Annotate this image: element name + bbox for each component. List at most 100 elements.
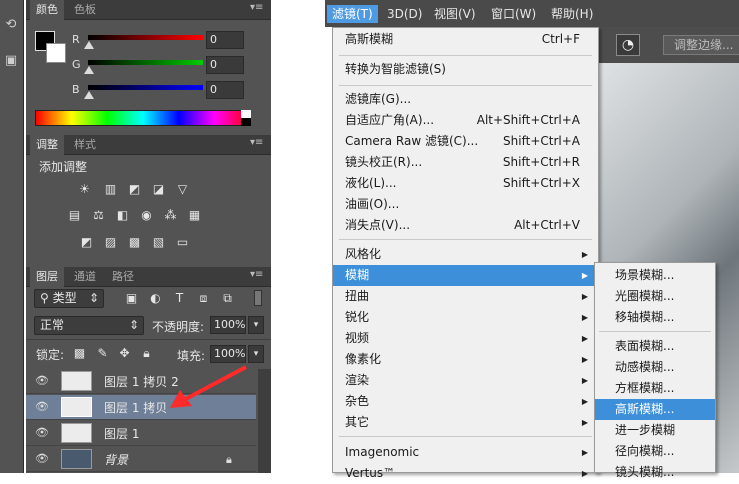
filter-toggle[interactable]	[254, 290, 262, 306]
menu-item-video[interactable]: 视频 ▶	[333, 328, 598, 349]
tab-adjustments[interactable]: 调整	[30, 135, 64, 155]
black-white-icon[interactable]: ◧	[115, 208, 130, 223]
fill-dropdown-button[interactable]: ▾	[248, 345, 264, 363]
posterize-icon[interactable]: ▨	[103, 235, 118, 250]
threshold-icon[interactable]: ▩	[127, 235, 142, 250]
opacity-dropdown-button[interactable]: ▾	[248, 316, 264, 334]
lock-transparent-icon[interactable]: ▩	[72, 346, 87, 361]
layer-row[interactable]: 👁︎ 背景 🔒︎	[26, 447, 256, 472]
menu-item-other[interactable]: 其它 ▶	[333, 412, 598, 433]
menu-item-convert-smart-filter[interactable]: 转换为智能滤镜(S)	[333, 59, 598, 80]
tab-channels[interactable]: 通道	[68, 267, 102, 287]
menu-item-blur[interactable]: 模糊 ▶	[333, 265, 598, 286]
submenu-item-radial-blur[interactable]: 径向模糊...	[595, 441, 715, 462]
submenu-item-gaussian-blur[interactable]: 高斯模糊...	[595, 399, 715, 420]
panel-menu-icon[interactable]: ▾≡	[250, 137, 263, 151]
panel-menu-icon[interactable]: ▾≡	[250, 2, 263, 16]
refine-brush-icon[interactable]: ◔	[616, 34, 640, 56]
type-filter-icon[interactable]: T	[172, 291, 187, 306]
color-lookup-icon[interactable]: ▦	[187, 208, 202, 223]
submenu-item-tilt-shift[interactable]: 移轴模糊...	[595, 307, 715, 328]
green-value-field[interactable]: 0	[206, 56, 244, 74]
visibility-eye-icon[interactable]: 👁︎	[35, 427, 49, 439]
green-slider-track[interactable]	[88, 60, 203, 65]
history-icon[interactable]: ⟲	[2, 16, 20, 34]
tab-layers[interactable]: 图层	[30, 267, 64, 287]
visibility-eye-icon[interactable]: 👁︎	[35, 453, 49, 465]
cube-icon[interactable]: ▣	[2, 52, 20, 70]
blue-slider-thumb[interactable]	[84, 91, 94, 99]
channel-mixer-icon[interactable]: ⁂	[163, 208, 178, 223]
menu-filter[interactable]: 滤镜(T)	[327, 5, 378, 23]
color-spectrum-bar[interactable]	[35, 110, 251, 126]
menu-item-stylize[interactable]: 风格化 ▶	[333, 244, 598, 265]
green-slider-thumb[interactable]	[84, 66, 94, 74]
tab-styles[interactable]: 样式	[68, 135, 102, 155]
tab-paths[interactable]: 路径	[106, 267, 140, 287]
shape-filter-icon[interactable]: ⧈	[196, 291, 211, 306]
photo-filter-icon[interactable]: ◉	[139, 208, 154, 223]
hue-saturation-icon[interactable]: ▤	[67, 208, 82, 223]
layer-row[interactable]: 👁︎ 图层 1	[26, 421, 256, 446]
menu-item-pixelate[interactable]: 像素化 ▶	[333, 349, 598, 370]
red-slider-track[interactable]	[88, 35, 203, 40]
menu-item-render[interactable]: 渲染 ▶	[333, 370, 598, 391]
vibrance-icon[interactable]: ▽	[175, 182, 190, 197]
layer-list-scrollbar[interactable]	[258, 369, 271, 473]
blend-mode-dropdown[interactable]: 正常 ⇕	[34, 316, 144, 335]
menu-window[interactable]: 窗口(W)	[486, 5, 541, 23]
menu-view[interactable]: 视图(V)	[429, 5, 481, 23]
levels-icon[interactable]: ▥	[103, 182, 118, 197]
smart-object-filter-icon[interactable]: ⧉	[220, 291, 235, 306]
invert-icon[interactable]: ◩	[79, 235, 94, 250]
red-slider-thumb[interactable]	[84, 41, 94, 49]
menu-item-vanishing-point[interactable]: 消失点(V)... Alt+Ctrl+V	[333, 215, 598, 236]
layer-filter-dropdown[interactable]: ⚲ 类型 ⇕	[34, 289, 104, 308]
menu-item-liquify[interactable]: 液化(L)... Shift+Ctrl+X	[333, 173, 598, 194]
visibility-eye-icon[interactable]: 👁︎	[35, 401, 49, 413]
spectrum-black-chip[interactable]	[241, 118, 251, 126]
lock-all-icon[interactable]: 🔒︎	[139, 346, 154, 361]
menu-item-lens-correction[interactable]: 镜头校正(R)... Shift+Ctrl+R	[333, 152, 598, 173]
refine-edge-button[interactable]: 调整边缘...	[663, 35, 739, 55]
submenu-item-box-blur[interactable]: 方框模糊...	[595, 378, 715, 399]
curves-icon[interactable]: ◩	[127, 182, 142, 197]
menu-item-imagenomic[interactable]: Imagenomic ▶	[333, 442, 598, 463]
blue-value-field[interactable]: 0	[206, 81, 244, 99]
menu-3d[interactable]: 3D(D)	[382, 5, 427, 23]
lock-position-move-icon[interactable]: ✥	[117, 346, 132, 361]
menu-item-vertus[interactable]: Vertus™ ▶	[333, 463, 598, 484]
brightness-icon[interactable]: ☀	[77, 182, 92, 197]
menu-item-distort[interactable]: 扭曲 ▶	[333, 286, 598, 307]
exposure-icon[interactable]: ◪	[151, 182, 166, 197]
gradient-map-icon[interactable]: ▭	[175, 235, 190, 250]
tab-swatches[interactable]: 色板	[68, 0, 102, 20]
menu-item-sharpen[interactable]: 锐化 ▶	[333, 307, 598, 328]
panel-menu-icon[interactable]: ▾≡	[250, 269, 263, 283]
opacity-field[interactable]: 100%	[210, 316, 246, 334]
submenu-item-motion-blur[interactable]: 动感模糊...	[595, 357, 715, 378]
menu-help[interactable]: 帮助(H)	[546, 5, 598, 23]
submenu-item-blur-more[interactable]: 进一步模糊	[595, 420, 715, 441]
visibility-eye-icon[interactable]: 👁︎	[35, 375, 49, 387]
tab-color[interactable]: 颜色	[30, 0, 64, 20]
submenu-item-field-blur[interactable]: 场景模糊...	[595, 265, 715, 286]
background-color-swatch[interactable]	[46, 43, 66, 63]
menu-item-oil-paint[interactable]: 油画(O)...	[333, 194, 598, 215]
spectrum-white-chip[interactable]	[241, 110, 251, 118]
menu-item-filter-gallery[interactable]: 滤镜库(G)...	[333, 89, 598, 110]
menu-item-noise[interactable]: 杂色 ▶	[333, 391, 598, 412]
red-value-field[interactable]: 0	[206, 31, 244, 49]
menu-item-camera-raw[interactable]: Camera Raw 滤镜(C)... Shift+Ctrl+A	[333, 131, 598, 152]
blue-slider-track[interactable]	[88, 85, 203, 90]
selective-color-icon[interactable]: ▧	[151, 235, 166, 250]
pixel-filter-icon[interactable]: ▣	[124, 291, 139, 306]
color-balance-icon[interactable]: ⚖	[91, 208, 106, 223]
lock-pixels-brush-icon[interactable]: ✎	[95, 346, 110, 361]
fill-field[interactable]: 100%	[210, 345, 246, 363]
submenu-item-iris-blur[interactable]: 光圈模糊...	[595, 286, 715, 307]
adjustment-filter-icon[interactable]: ◐	[148, 291, 163, 306]
menu-item-adaptive-wide-angle[interactable]: 自适应广角(A)... Alt+Shift+Ctrl+A	[333, 110, 598, 131]
menu-item-last-filter[interactable]: 高斯模糊 Ctrl+F	[333, 29, 598, 50]
submenu-item-surface-blur[interactable]: 表面模糊...	[595, 336, 715, 357]
